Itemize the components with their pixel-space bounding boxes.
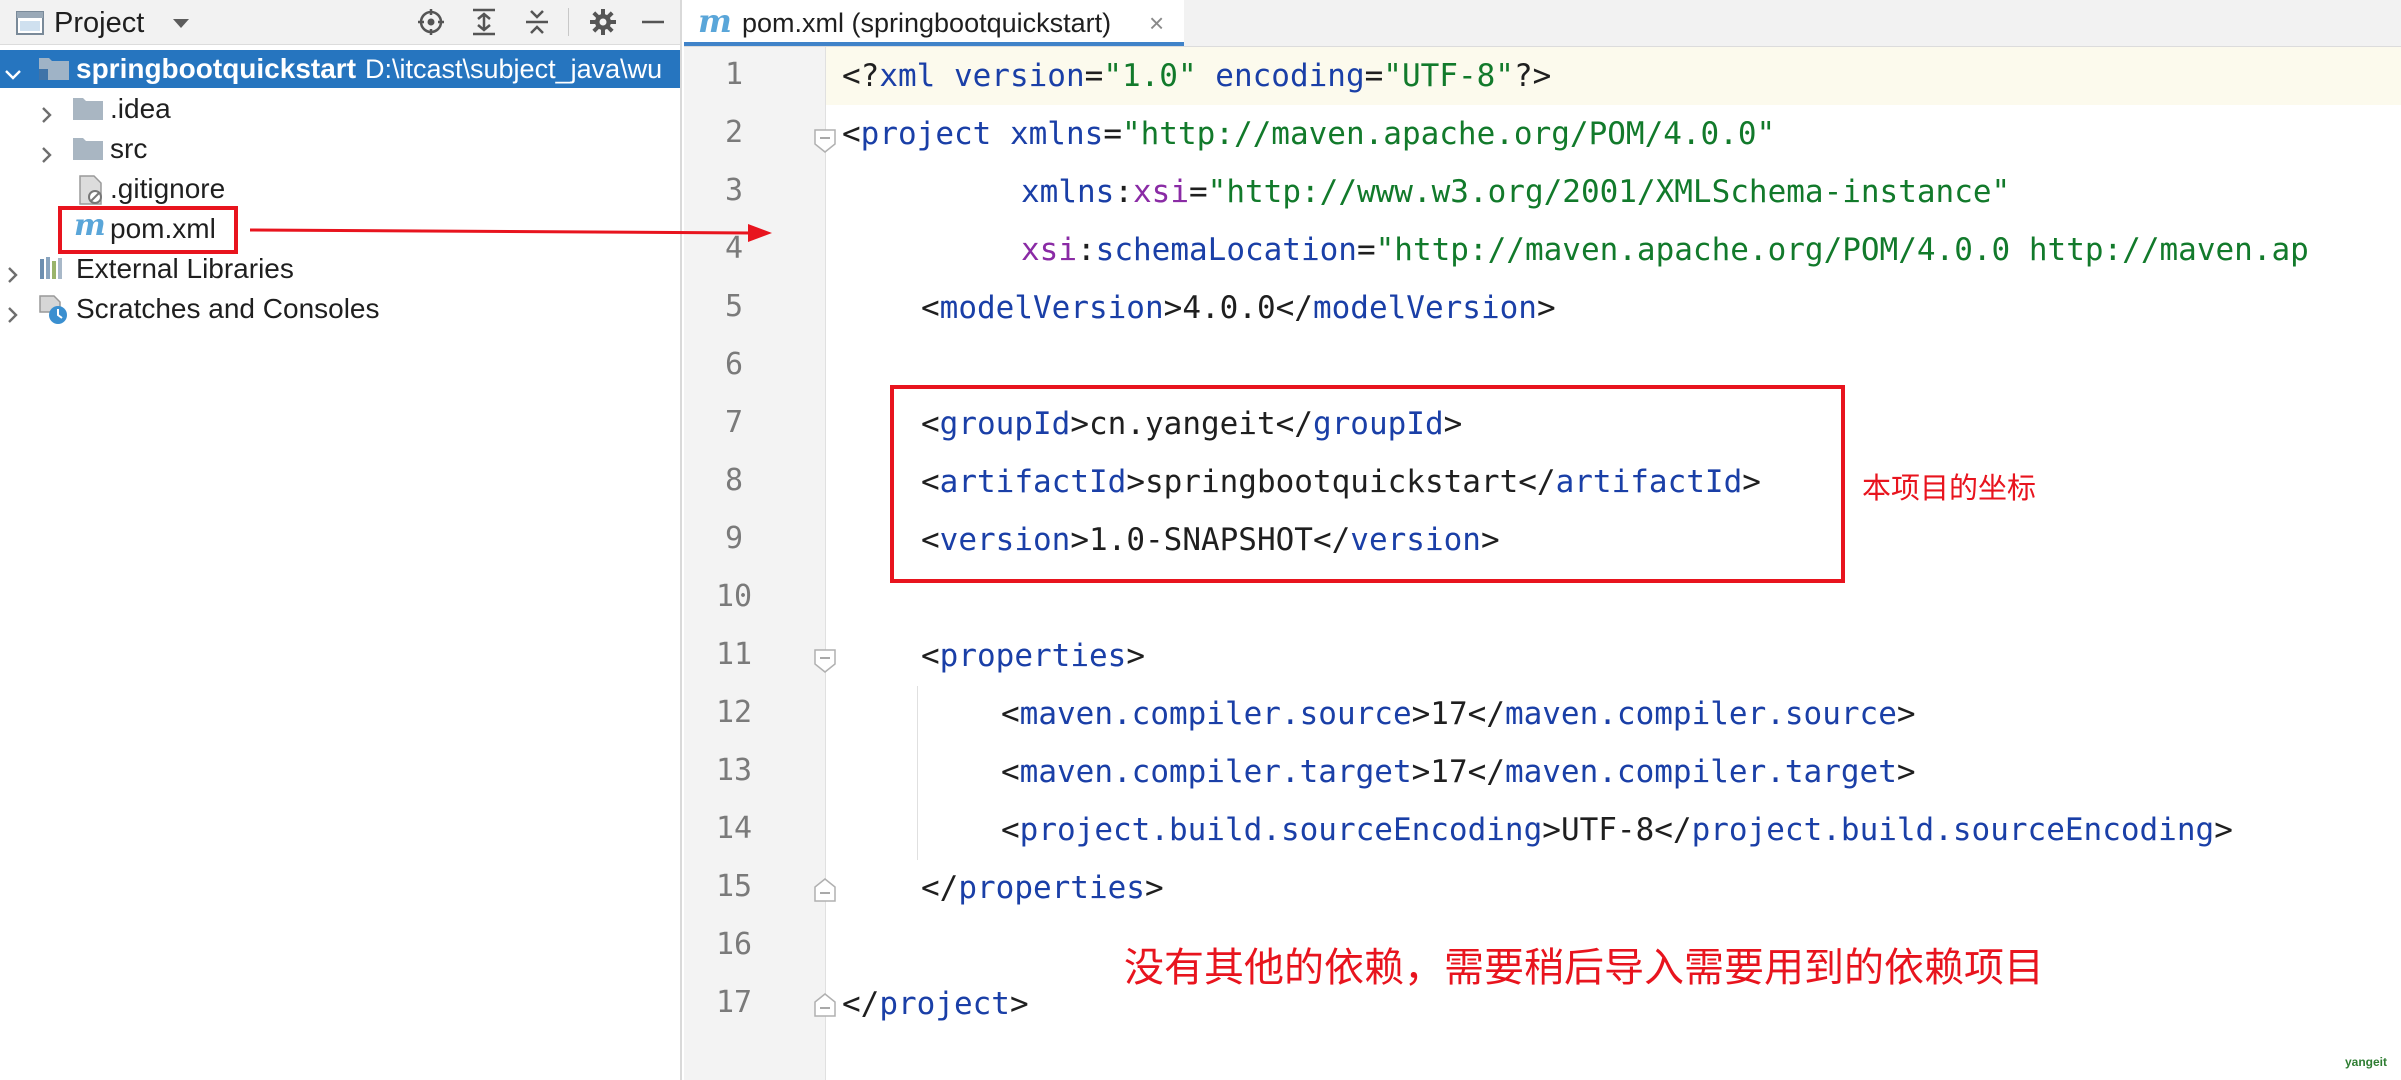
line-number: 1	[724, 57, 744, 92]
fold-end-marker-icon[interactable]	[813, 877, 837, 908]
locate-target-icon[interactable]	[417, 8, 445, 41]
tree-item-label: .gitignore	[110, 173, 226, 204]
tree-item-scratches[interactable]: Scratches and Consoles	[0, 290, 680, 328]
tab-pom-xml[interactable]: m pom.xml (springbootquickstart) ×	[684, 0, 1184, 46]
folder-icon	[72, 95, 104, 128]
project-panel-header: Project	[0, 0, 680, 45]
chevron-down-icon[interactable]	[4, 59, 22, 91]
line-number: 7	[724, 405, 744, 440]
line-number: 4	[724, 231, 744, 266]
hide-panel-icon[interactable]	[640, 8, 666, 41]
close-icon[interactable]: ×	[1149, 8, 1164, 39]
project-panel-title[interactable]: Project	[54, 7, 144, 40]
line-number: 9	[724, 521, 744, 556]
code-line-4[interactable]: xsi:schemaLocation="http://maven.apache.…	[1021, 232, 2309, 268]
fold-marker-icon[interactable]	[813, 128, 837, 159]
line-number: 15	[715, 869, 753, 904]
line-number: 13	[715, 753, 753, 788]
editor-gutter: 1 2 3 4 5 6 7 8 9 10 11 12 13 14 15 16 1…	[684, 47, 826, 1080]
tree-item-src[interactable]: src	[0, 130, 680, 168]
code-line-13[interactable]: <maven.compiler.target>17</maven.compile…	[1001, 754, 1916, 790]
editor-tab-bar: m pom.xml (springbootquickstart) ×	[684, 0, 2401, 47]
tree-item-external-libraries[interactable]: External Libraries	[0, 250, 680, 288]
tree-item-label: springbootquickstart	[76, 53, 357, 84]
code-line-11[interactable]: <properties>	[921, 638, 1145, 674]
dependencies-note: 没有其他的依赖，需要稍后导入需要用到的依赖项目	[1124, 946, 2044, 990]
collapse-all-icon[interactable]	[524, 8, 550, 41]
line-number: 6	[724, 347, 744, 382]
module-path: D:\itcast\subject_java\wu	[365, 54, 663, 84]
line-number: 11	[715, 637, 753, 672]
line-number: 16	[715, 927, 753, 962]
fold-end-marker-icon[interactable]	[813, 992, 837, 1023]
code-line-3[interactable]: xmlns:xsi="http://www.w3.org/2001/XMLSch…	[1021, 174, 2010, 210]
tab-label: pom.xml (springbootquickstart)	[742, 8, 1112, 38]
code-line-1[interactable]: <?xml version="1.0" encoding="UTF-8"?>	[842, 58, 1551, 94]
tree-item-gitignore[interactable]: .gitignore	[0, 170, 680, 208]
indent-guide	[917, 686, 918, 860]
chevron-right-icon[interactable]	[4, 299, 22, 331]
code-line-15[interactable]: </properties>	[921, 870, 1164, 906]
code-line-14[interactable]: <project.build.sourceEncoding>UTF-8</pro…	[1001, 812, 2233, 848]
module-folder-icon	[38, 55, 70, 88]
tree-item-springbootquickstart[interactable]: springbootquickstart D:\itcast\subject_j…	[0, 50, 680, 88]
project-window-icon	[16, 11, 44, 40]
code-line-17[interactable]: </project>	[842, 986, 1029, 1022]
chevron-right-icon[interactable]	[38, 99, 56, 131]
code-line-2[interactable]: <project xmlns="http://maven.apache.org/…	[842, 116, 1775, 152]
line-number: 2	[724, 115, 744, 150]
libraries-icon	[38, 255, 68, 288]
expand-all-icon[interactable]	[471, 8, 497, 41]
code-line-5[interactable]: <modelVersion>4.0.0</modelVersion>	[921, 290, 1556, 326]
line-number: 14	[715, 811, 753, 846]
chevron-right-icon[interactable]	[38, 139, 56, 171]
line-number: 5	[724, 289, 744, 324]
tree-item-idea[interactable]: .idea	[0, 90, 680, 128]
tree-item-label: .idea	[110, 93, 171, 124]
tree-item-label: External Libraries	[76, 253, 294, 284]
tree-item-label: Scratches and Consoles	[76, 293, 380, 324]
coordinates-note: 本项目的坐标	[1862, 473, 2037, 505]
folder-icon	[72, 135, 104, 168]
line-number: 10	[715, 579, 753, 614]
tree-item-label: src	[110, 133, 148, 164]
chevron-down-icon[interactable]	[172, 17, 190, 35]
fold-marker-icon[interactable]	[813, 648, 837, 679]
line-number: 12	[715, 695, 753, 730]
toolbar-divider	[568, 8, 569, 36]
line-number: 17	[715, 985, 753, 1020]
scratches-icon	[38, 295, 70, 332]
code-line-12[interactable]: <maven.compiler.source>17</maven.compile…	[1001, 696, 1916, 732]
line-number: 8	[724, 463, 744, 498]
project-tool-window: Project springbootquickstart D:\itcast\s…	[0, 0, 682, 1080]
line-number: 3	[724, 173, 744, 208]
gear-icon[interactable]	[589, 8, 617, 41]
chevron-right-icon[interactable]	[4, 259, 22, 291]
coordinates-highlight-box	[890, 385, 1845, 583]
maven-file-icon: m	[698, 2, 732, 40]
watermark: yangeit	[2345, 1055, 2388, 1069]
pom-highlight-box	[58, 206, 238, 254]
